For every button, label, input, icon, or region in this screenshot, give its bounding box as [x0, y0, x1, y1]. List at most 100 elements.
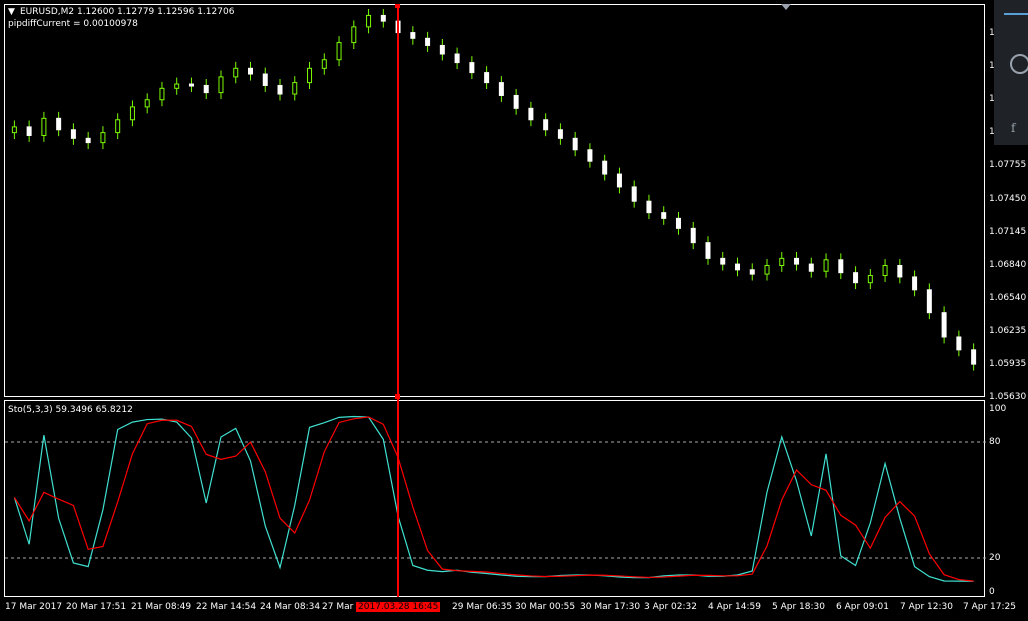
- time-label: 30 Mar 00:55: [515, 602, 576, 612]
- price-candle: [926, 283, 932, 320]
- price-candle: [705, 236, 711, 265]
- price-candle: [941, 306, 947, 344]
- stochastic-main-line: [13, 415, 974, 582]
- price-label: 1.07755: [989, 160, 1027, 170]
- price-candle: [248, 61, 253, 81]
- price-candle: [26, 120, 32, 142]
- stochastic-level-label: 0: [989, 587, 995, 597]
- price-candle: [838, 253, 844, 280]
- side-panel-accent: [1004, 13, 1028, 15]
- price-candle: [70, 123, 76, 145]
- time-label: 24 Mar 08:34: [260, 602, 321, 612]
- price-candle: [307, 61, 313, 90]
- price-candle: [41, 111, 47, 142]
- price-candle: [218, 70, 224, 100]
- price-candle: [956, 330, 962, 357]
- time-label: 20 Mar 17:51: [66, 602, 127, 612]
- price-candle: [808, 257, 814, 278]
- price-label: 1.06235: [989, 326, 1027, 336]
- stochastic-signal-line: [13, 416, 974, 582]
- price-label: 1.07145: [989, 227, 1027, 237]
- price-candle: [100, 126, 106, 150]
- stochastic-level-label: 20: [989, 553, 1001, 563]
- price-candle: [351, 20, 357, 50]
- stochastic-level-label: 100: [989, 404, 1007, 414]
- facebook-icon[interactable]: f: [1011, 121, 1015, 135]
- price-candle: [971, 343, 977, 371]
- side-panel: f: [994, 0, 1028, 145]
- price-candle: [115, 113, 121, 140]
- price-candle: [764, 259, 770, 281]
- price-candle: [646, 194, 652, 220]
- time-label: 30 Mar 17:30: [580, 602, 641, 612]
- price-candle: [395, 14, 401, 40]
- price-candle: [631, 180, 637, 208]
- price-candle: [528, 101, 534, 127]
- time-label: 4 Apr 14:59: [708, 602, 761, 612]
- price-candle: [823, 253, 829, 278]
- time-label: 21 Mar 08:49: [131, 602, 192, 612]
- time-label: 22 Mar 14:54: [196, 602, 257, 612]
- price-label: 1.06540: [989, 293, 1027, 303]
- time-label: 7 Apr 12:30: [900, 602, 953, 612]
- price-candle: [543, 113, 549, 137]
- price-candle: [188, 77, 194, 92]
- price-candle: [56, 111, 62, 137]
- price-candle: [484, 66, 490, 90]
- refresh-icon[interactable]: [1010, 54, 1028, 74]
- time-label: 3 Apr 02:32: [644, 602, 697, 612]
- price-candle: [513, 89, 519, 115]
- symbol-header: EURUSD,M2 1.12600 1.12779 1.12596 1.1270…: [20, 7, 235, 17]
- price-candle: [867, 269, 873, 290]
- price-candle: [277, 79, 283, 101]
- stochastic-plot: [13, 415, 974, 582]
- price-candle: [882, 259, 888, 282]
- price-candle: [11, 120, 17, 140]
- price-label: 1.05630: [989, 392, 1027, 402]
- price-candle: [203, 79, 209, 100]
- price-candle: [439, 39, 445, 61]
- price-plot: [11, 9, 977, 371]
- price-candle: [454, 47, 460, 70]
- stochastic-level-label: 80: [989, 437, 1001, 447]
- indicator-readout: pipdiffCurrent = 0.00100978: [8, 19, 138, 29]
- price-candle: [159, 81, 165, 107]
- price-candle: [572, 131, 578, 157]
- price-candle: [779, 251, 785, 272]
- price-candle: [469, 56, 475, 80]
- stochastic-title: Sto(5,3,3) 59.3496 65.8212: [8, 405, 133, 415]
- price-candle: [794, 251, 800, 271]
- price-candle: [690, 221, 696, 250]
- crosshair-time-label: 2017.03.28 16:45: [356, 602, 441, 612]
- price-candle: [675, 211, 681, 235]
- price-candle: [498, 76, 504, 102]
- time-label: 29 Mar 06:35: [452, 602, 513, 612]
- price-candle: [410, 26, 416, 45]
- collapse-icon[interactable]: ▼: [8, 7, 15, 17]
- time-label: 6 Apr 09:01: [836, 602, 889, 612]
- price-candle: [366, 9, 372, 34]
- price-candle: [720, 251, 726, 271]
- price-candle: [853, 266, 859, 290]
- price-candle: [262, 67, 268, 92]
- price-candle: [292, 76, 298, 101]
- price-candle: [749, 263, 755, 281]
- price-candle: [129, 100, 135, 127]
- price-label-partial: 1: [989, 94, 995, 104]
- price-candle: [321, 53, 327, 75]
- price-candle: [380, 9, 386, 28]
- price-label: 1.06840: [989, 260, 1027, 270]
- price-candle: [897, 259, 903, 284]
- price-candle: [336, 36, 342, 67]
- price-candle: [602, 154, 608, 181]
- price-candle: [557, 123, 563, 145]
- price-candle: [587, 143, 593, 168]
- price-candle: [144, 93, 150, 114]
- price-label-partial: 1: [989, 127, 995, 137]
- time-label: 17 Mar 2017: [5, 602, 63, 612]
- price-label: 1.05935: [989, 359, 1027, 369]
- price-candle: [174, 77, 180, 95]
- price-candle: [661, 206, 667, 225]
- price-candle: [85, 131, 91, 150]
- price-label-partial: 1: [989, 61, 995, 71]
